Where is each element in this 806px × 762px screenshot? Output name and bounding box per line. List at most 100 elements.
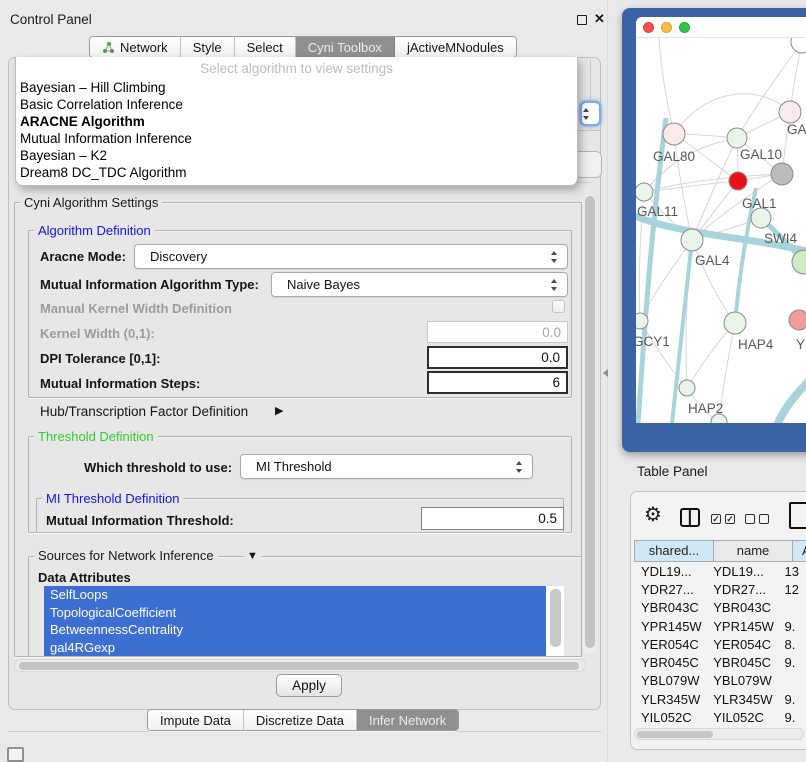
network-node-hap2[interactable] xyxy=(679,380,695,396)
table-row[interactable]: YBL079WYBL079W xyxy=(634,672,806,690)
tab-style[interactable]: Style xyxy=(181,37,235,57)
node-label: GAL1 xyxy=(742,196,777,211)
table-row[interactable]: YBR043CYBR043C xyxy=(634,599,806,617)
unselect-all-icon[interactable] xyxy=(759,514,769,524)
combo-stepper-icon xyxy=(551,251,558,263)
tab-impute-data[interactable]: Impute Data xyxy=(148,710,244,730)
network-node[interactable] xyxy=(771,163,793,185)
table-cell: YBR043C xyxy=(634,600,706,615)
network-icon xyxy=(102,41,115,54)
select-all-check-icon[interactable]: ✓ xyxy=(711,514,721,524)
bottom-tab-bar: Impute Data Discretize Data Infer Networ… xyxy=(147,709,459,731)
network-node-gal10[interactable] xyxy=(727,128,747,148)
aracne-mode-combo[interactable]: Discovery xyxy=(134,244,568,269)
which-threshold-combo[interactable]: MI Threshold xyxy=(240,454,533,479)
window-close-button[interactable] xyxy=(643,22,654,33)
network-node-hap4[interactable] xyxy=(724,312,746,334)
list-item[interactable]: TopologicalCoefficient xyxy=(44,604,546,622)
network-node-gcy1[interactable] xyxy=(636,313,648,329)
apply-button[interactable]: Apply xyxy=(276,674,342,697)
manual-kernel-checkbox[interactable] xyxy=(552,300,565,313)
table-row[interactable]: YIL052CYIL052C9. xyxy=(634,708,806,726)
window-zoom-button[interactable] xyxy=(679,22,690,33)
column-header-name[interactable]: name xyxy=(713,541,793,561)
network-node-y[interactable] xyxy=(789,310,806,330)
table-cell: YLR345W xyxy=(634,692,706,707)
float-window-icon[interactable] xyxy=(577,15,587,25)
divider-handle[interactable] xyxy=(603,369,608,377)
tab-infer-network[interactable]: Infer Network xyxy=(357,710,458,730)
gear-icon[interactable]: ⚙ xyxy=(644,504,662,526)
tab-select[interactable]: Select xyxy=(235,37,296,57)
dropdown-item[interactable]: Bayesian – K2 xyxy=(19,147,569,164)
kernel-width-label: Kernel Width (0,1): xyxy=(40,326,155,341)
data-attributes-label: Data Attributes xyxy=(38,570,131,585)
table-row[interactable]: YER054CYER054C8. xyxy=(634,635,806,653)
table-row[interactable]: YBR045CYBR045C9. xyxy=(634,653,806,671)
collapsed-panel-icon[interactable] xyxy=(7,747,24,762)
dropdown-item[interactable]: Basic Correlation Inference xyxy=(19,96,569,113)
tab-discretize-data[interactable]: Discretize Data xyxy=(244,710,357,730)
tab-network[interactable]: Network xyxy=(90,37,181,57)
table-row[interactable]: YLR345WYLR345W9. xyxy=(634,690,806,708)
network-node-gal[interactable] xyxy=(779,101,801,123)
node-label: GAL xyxy=(787,122,806,137)
table-cell: YDR27... xyxy=(634,582,706,597)
settings-horizontal-scrollbar[interactable] xyxy=(14,659,586,672)
table-cell: YBL079W xyxy=(706,673,778,688)
network-node-gal4[interactable] xyxy=(681,229,703,251)
dpi-tolerance-label: DPI Tolerance [0,1]: xyxy=(40,351,160,366)
unselect-all-icon[interactable] xyxy=(745,514,755,524)
mi-type-combo[interactable]: Naive Bayes xyxy=(271,272,568,297)
network-node[interactable] xyxy=(791,38,806,53)
column-header-attribute[interactable]: A xyxy=(792,541,806,561)
table-horizontal-scrollbar[interactable] xyxy=(634,728,804,740)
network-node-gal11[interactable] xyxy=(636,183,653,201)
table-cell: 9. xyxy=(779,619,806,634)
table-header-row: shared... name A xyxy=(634,540,806,562)
dropdown-item[interactable]: Bayesian – Hill Climbing xyxy=(19,79,569,96)
node-label: GAL10 xyxy=(740,147,782,162)
dropdown-item-selected[interactable]: ARACNE Algorithm xyxy=(19,113,569,130)
list-item[interactable]: BetweennessCentrality xyxy=(44,621,546,639)
column-header-shared-name[interactable]: shared... xyxy=(634,541,714,561)
panel-title: Control Panel xyxy=(10,12,92,27)
table-row[interactable]: YDL19...YDL19...13 xyxy=(634,562,806,580)
manual-kernel-label: Manual Kernel Width Definition xyxy=(40,301,232,316)
tab-cyni-toolbox[interactable]: Cyni Toolbox xyxy=(296,37,395,57)
collapse-down-icon[interactable]: ▼ xyxy=(244,550,261,562)
node-label: HAP4 xyxy=(738,337,774,352)
hub-definition-label: Hub/Transcription Factor Definition xyxy=(40,404,248,419)
network-node-gal1[interactable] xyxy=(729,172,747,190)
export-table-icon[interactable] xyxy=(789,502,806,529)
dropdown-item[interactable]: Mutual Information Inference xyxy=(19,130,569,147)
node-label: SWI4 xyxy=(764,231,797,246)
mi-threshold-field[interactable]: 0.5 xyxy=(421,507,564,530)
table-row[interactable]: YPR145WYPR145W9. xyxy=(634,617,806,635)
list-scrollbar[interactable] xyxy=(550,589,561,647)
network-edge xyxy=(776,380,806,423)
table-row[interactable]: YDR27...YDR27...12 xyxy=(634,580,806,598)
table-cell: YBR045C xyxy=(706,655,778,670)
panel-divider xyxy=(607,0,608,762)
network-node-swi4[interactable] xyxy=(751,208,771,228)
settings-vertical-scrollbar[interactable] xyxy=(583,194,596,654)
select-all-check-icon[interactable]: ✓ xyxy=(725,514,735,524)
mi-steps-field[interactable]: 6 xyxy=(427,371,568,394)
list-item[interactable]: SelfLoops xyxy=(44,586,546,604)
dropdown-item[interactable]: Dream8 DC_TDC Algorithm xyxy=(19,164,569,181)
expand-right-icon[interactable]: ▶ xyxy=(275,404,283,417)
node-label: GAL11 xyxy=(637,204,678,219)
kernel-width-field[interactable]: 0.0 xyxy=(427,321,568,343)
window-minimize-button[interactable] xyxy=(661,22,672,33)
network-node-gal80[interactable] xyxy=(663,123,685,145)
list-item[interactable]: gal4RGexp xyxy=(44,639,546,657)
network-canvas[interactable]: GALGAL80GAL10GAL1GAL11SWI4GAL4GCY1HAP4YH… xyxy=(636,38,806,423)
show-columns-icon[interactable] xyxy=(680,508,700,527)
node-label: GAL80 xyxy=(653,149,695,164)
node-label: HAP2 xyxy=(688,401,723,416)
sources-title: Sources for Network Inference xyxy=(34,549,218,562)
dpi-tolerance-field[interactable]: 0.0 xyxy=(427,346,568,369)
tab-jactivemnodules[interactable]: jActiveMNodules xyxy=(395,37,516,57)
close-icon[interactable]: ✕ xyxy=(594,11,605,27)
